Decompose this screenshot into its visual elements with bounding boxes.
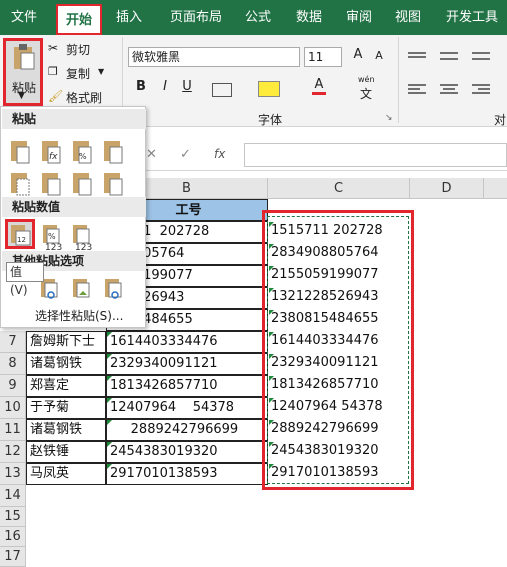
cell-b12[interactable]: 2454383019320 [106,441,268,463]
row-header-15[interactable]: 15 [0,507,26,527]
tab-data[interactable]: 数据 [288,0,330,35]
cell-b7[interactable]: 1614403334476 [106,331,268,353]
row-header-16[interactable]: 16 [0,527,26,547]
dialog-launcher-icon[interactable]: ↘ [385,113,393,123]
svg-text:12: 12 [17,236,26,244]
svg-text:123: 123 [75,243,92,251]
paste-values-button[interactable]: 12 [5,219,35,249]
highlight-box [262,210,414,490]
paste-special-item[interactable]: 选择性粘贴(S)... [1,305,147,327]
cell-a7[interactable]: 詹姆斯下士 [26,331,106,353]
clipboard-icon [14,44,35,70]
brush-icon: 🖌 [48,89,64,103]
cell-a12[interactable]: 赵铁锤 [26,441,106,463]
tooltip: 值 (V) [6,262,44,297]
column-header-d[interactable]: D [410,178,484,199]
cell-a9[interactable]: 郑喜定 [26,375,106,397]
fill-color-icon[interactable] [258,81,280,97]
cell-b11[interactable]: 2889242796699 [106,419,268,441]
divider [398,37,399,123]
error-indicator-icon [107,420,112,425]
clipboard-123-icon: 12 [11,225,31,246]
align-icons[interactable] [406,49,502,99]
row-header-9[interactable]: 9 [0,375,26,397]
cell-a11[interactable]: 诸葛钢铁 [26,419,106,441]
paste-options-icons[interactable]: fx % [9,137,139,169]
format-painter-label: 格式刷 [66,91,103,105]
column-header-c[interactable]: C [268,178,410,199]
row-header-7[interactable]: 7 [0,331,26,353]
tab-home[interactable]: 开始 [56,4,102,35]
error-indicator-icon [107,332,112,337]
enter-icon[interactable]: ✓ [180,147,191,162]
row-header-12[interactable]: 12 [0,441,26,463]
error-indicator-icon [107,376,112,381]
cell-b9[interactable]: 1813426857710 [106,375,268,397]
tab-review[interactable]: 审阅 [338,0,380,35]
ribbon-tab-bar: 文件 开始 插入 页面布局 公式 数据 审阅 视图 开发工具 [0,0,507,35]
row-header-14[interactable]: 14 [0,485,26,507]
row-header-11[interactable]: 11 [0,419,26,441]
format-painter-button[interactable]: 🖌 格式刷 [48,87,118,107]
paste-values-options-icons[interactable]: 123 123 % [41,223,141,251]
chevron-down-icon: ▼ [18,91,25,101]
copy-button[interactable]: ❐ 复制 ▼ [48,63,118,83]
shrink-font-button[interactable]: A [372,49,386,62]
svg-text:fx: fx [49,152,58,162]
paste-values-header: 粘贴数值 [2,197,146,217]
chevron-down-icon: ▼ [98,67,105,76]
copy-icon: ❐ [48,65,58,78]
cell-b10[interactable]: 12407964 54378 [106,397,268,419]
alignment-group-label: 对 [494,113,507,127]
cell-b13[interactable]: 2917010138593 [106,463,268,485]
phonetic-button[interactable]: 文 [360,85,372,102]
tab-page-layout[interactable]: 页面布局 [160,0,232,35]
font-name-select[interactable]: 微软雅黑 [128,47,300,67]
row-header-13[interactable]: 13 [0,463,26,485]
tab-view[interactable]: 视图 [388,0,428,35]
cell-b8[interactable]: 2329340091121 [106,353,268,375]
cut-label: 剪切 [66,43,91,57]
svg-text:123: 123 [45,243,62,251]
font-size-select[interactable]: 11 [304,47,342,67]
paste-button[interactable]: 粘贴 ▼ [3,38,43,106]
underline-button[interactable]: U [180,79,194,94]
cell-a13[interactable]: 马凤英 [26,463,106,485]
error-indicator-icon [107,354,112,359]
alignment-group [406,49,502,99]
row-header-10[interactable]: 10 [0,397,26,419]
paste-section-header: 粘贴 [2,109,146,129]
error-indicator-icon [107,464,112,469]
font-group-label: 字体 [258,113,283,127]
grow-font-button[interactable]: A [350,47,366,62]
error-indicator-icon [107,398,112,403]
cell-a10[interactable]: 于予菊 [26,397,106,419]
tab-insert[interactable]: 插入 [108,0,150,35]
row-header-17[interactable]: 17 [0,547,26,567]
italic-button[interactable]: I [158,79,172,94]
cell-a8[interactable]: 诸葛钢铁 [26,353,106,375]
tab-file[interactable]: 文件 [4,0,44,35]
tab-developer[interactable]: 开发工具 [440,0,504,35]
fx-icon[interactable]: fx [214,147,225,161]
error-indicator-icon [107,442,112,447]
formula-input[interactable] [244,143,507,167]
row-header-8[interactable]: 8 [0,353,26,375]
cancel-icon[interactable]: ✕ [146,147,157,162]
border-icon[interactable] [212,83,232,97]
scissors-icon: ✂ [48,41,59,55]
font-color-button[interactable]: A [312,77,326,95]
svg-text:%: % [48,232,56,241]
cut-button[interactable]: ✂ 剪切 [48,39,108,59]
svg-text:%: % [79,152,87,161]
paste-options-icons-row2[interactable] [9,169,139,199]
tab-formulas[interactable]: 公式 [238,0,278,35]
phonetic-label: wén [358,75,375,84]
bold-button[interactable]: B [134,79,148,94]
copy-label: 复制 [66,67,91,81]
